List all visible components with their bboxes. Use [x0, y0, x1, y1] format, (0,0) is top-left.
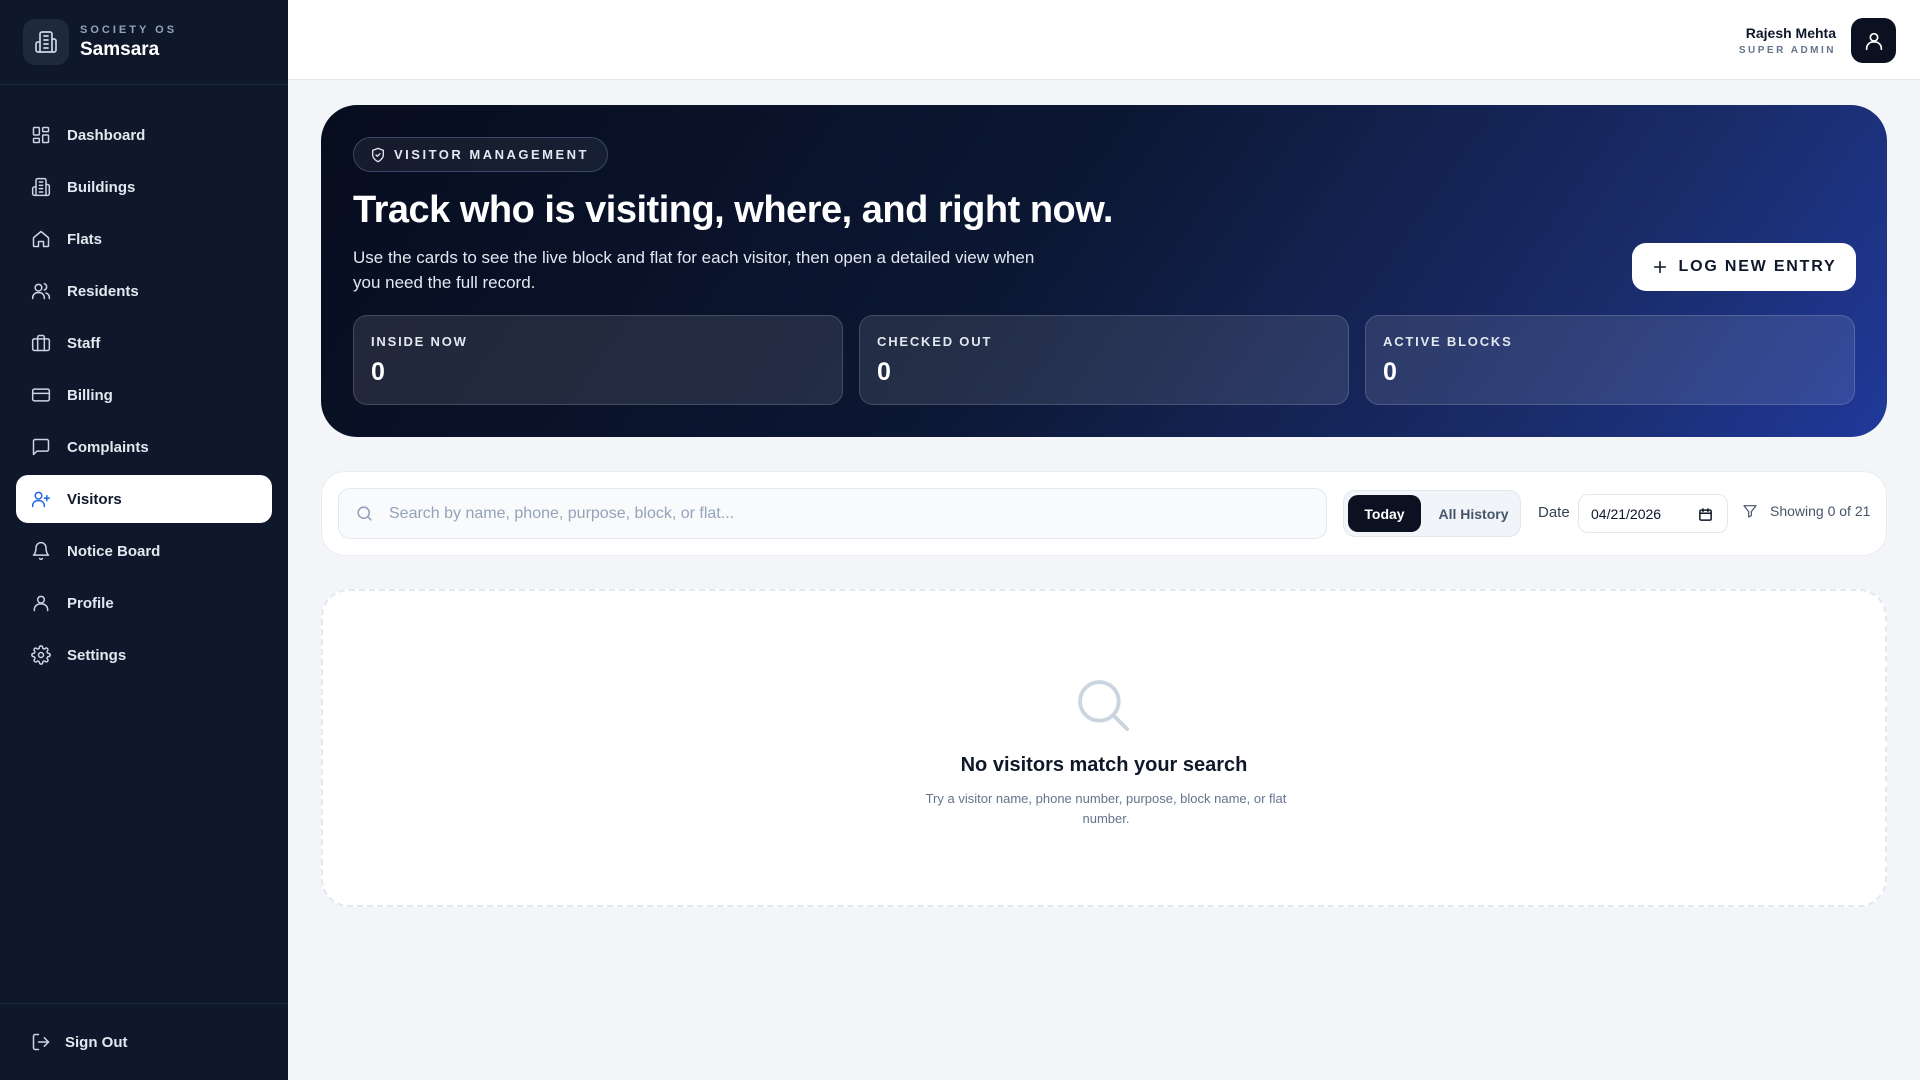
brand: SOCIETY OS Samsara — [0, 0, 288, 85]
empty-state: No visitors match your search Try a visi… — [321, 589, 1887, 907]
shield-check-icon — [372, 147, 384, 162]
sidebar-item-settings[interactable]: Settings — [16, 631, 272, 679]
page-subtitle: Use the cards to see the live block and … — [353, 248, 1035, 292]
page-title: Track who is visiting, where, and right … — [353, 189, 1113, 231]
sidebar-item-profile[interactable]: Profile — [16, 579, 272, 627]
avatar[interactable] — [1851, 18, 1896, 63]
sign-out-button[interactable]: Sign Out — [0, 1003, 288, 1080]
sidebar-item-label: Settings — [67, 646, 127, 664]
user-role: SUPER ADMIN — [1738, 45, 1836, 56]
sidebar-item-dashboard[interactable]: Dashboard — [16, 111, 272, 159]
stat-label: ACTIVE BLOCKS — [1383, 334, 1513, 349]
sidebar-item-flats[interactable]: Flats — [16, 215, 272, 263]
bell-icon — [32, 541, 50, 561]
range-toggle: Today All History — [1343, 490, 1521, 537]
sidebar-item-buildings[interactable]: Buildings — [16, 163, 272, 211]
search-icon — [357, 506, 372, 521]
user-avatar-icon — [1865, 32, 1882, 50]
sidebar-item-label: Dashboard — [67, 126, 146, 144]
search-box — [338, 488, 1327, 539]
sidebar-item-billing[interactable]: Billing — [16, 371, 272, 419]
stat-card-active-blocks: ACTIVE BLOCKS 0 — [1365, 315, 1855, 405]
stat-value: 0 — [371, 358, 385, 386]
user-menu: Rajesh Mehta SUPER ADMIN — [1739, 18, 1896, 63]
empty-state-title: No visitors match your search — [960, 754, 1248, 776]
sidebar-item-complaints[interactable]: Complaints — [16, 423, 272, 471]
section-pill: VISITOR MANAGEMENT — [353, 137, 608, 172]
home-icon — [32, 230, 50, 248]
sidebar-nav: Dashboard Buildings Flats Residents Staf… — [0, 85, 288, 679]
briefcase-icon — [31, 334, 51, 352]
sidebar-item-label: Profile — [67, 594, 114, 612]
gear-icon — [31, 645, 51, 665]
top-bar: Rajesh Mehta SUPER ADMIN — [288, 0, 1920, 80]
stat-value: 0 — [1383, 358, 1397, 386]
stat-value: 0 — [877, 358, 891, 386]
log-new-entry-button[interactable]: LOG NEW ENTRY — [1632, 243, 1856, 291]
empty-state-subtitle: Try a visitor name, phone number, purpos… — [925, 791, 1287, 826]
filter-icon — [1743, 505, 1757, 518]
date-value: 04/21/2026 — [1591, 505, 1662, 522]
result-count: Showing 0 of 21 — [1742, 503, 1870, 519]
brand-name: Samsara — [80, 38, 160, 60]
stat-card-inside-now: INSIDE NOW 0 — [353, 315, 843, 405]
sidebar-item-staff[interactable]: Staff — [16, 319, 272, 367]
brand-kicker: SOCIETY OS — [80, 23, 178, 36]
sidebar-item-label: Billing — [67, 386, 113, 404]
plus-icon — [1653, 260, 1666, 274]
result-count-label: Showing 0 of 21 — [1770, 503, 1871, 519]
sidebar-item-residents[interactable]: Residents — [16, 267, 272, 315]
stat-label: INSIDE NOW — [371, 334, 468, 349]
date-field[interactable]: 04/21/2026 — [1578, 494, 1728, 533]
sidebar-item-notice-board[interactable]: Notice Board — [16, 527, 272, 575]
sidebar-item-label: Buildings — [67, 178, 136, 196]
log-new-entry-label: LOG NEW ENTRY — [1678, 258, 1837, 275]
sidebar-item-label: Flats — [67, 230, 103, 248]
calendar-icon[interactable] — [1698, 507, 1713, 522]
section-pill-label: VISITOR MANAGEMENT — [394, 147, 589, 162]
sidebar-item-label: Visitors — [67, 490, 122, 508]
visitor-hero-card: VISITOR MANAGEMENT Track who is visiting… — [321, 105, 1887, 437]
search-input[interactable] — [389, 504, 1289, 523]
stat-card-checked-out: CHECKED OUT 0 — [859, 315, 1349, 405]
sidebar-item-label: Residents — [67, 282, 139, 300]
search-empty-icon — [1078, 680, 1130, 732]
tab-today[interactable]: Today — [1348, 495, 1421, 532]
sidebar-item-label: Complaints — [67, 438, 149, 456]
sidebar-item-label: Notice Board — [67, 542, 161, 560]
sidebar-item-visitors[interactable]: Visitors — [16, 475, 272, 523]
credit-card-icon — [31, 388, 51, 402]
log-out-icon — [32, 1033, 50, 1051]
buildings-icon — [31, 177, 51, 197]
sidebar-item-label: Staff — [67, 334, 101, 352]
dashboard-icon — [32, 126, 50, 144]
sign-out-label: Sign Out — [65, 1033, 128, 1051]
users-icon — [31, 282, 51, 300]
user-name: Rajesh Mehta — [1745, 25, 1836, 41]
filter-bar: Today All History Date 04/21/2026 Showin… — [321, 471, 1887, 556]
sidebar: SOCIETY OS Samsara Dashboard Buildings F… — [0, 0, 288, 1080]
message-square-icon — [32, 438, 50, 456]
user-icon — [33, 595, 49, 612]
tab-all-history[interactable]: All History — [1431, 495, 1516, 532]
user-plus-icon — [31, 491, 51, 508]
stat-label: CHECKED OUT — [877, 334, 993, 349]
date-label: Date — [1538, 504, 1570, 521]
building-logo-icon — [23, 19, 69, 65]
